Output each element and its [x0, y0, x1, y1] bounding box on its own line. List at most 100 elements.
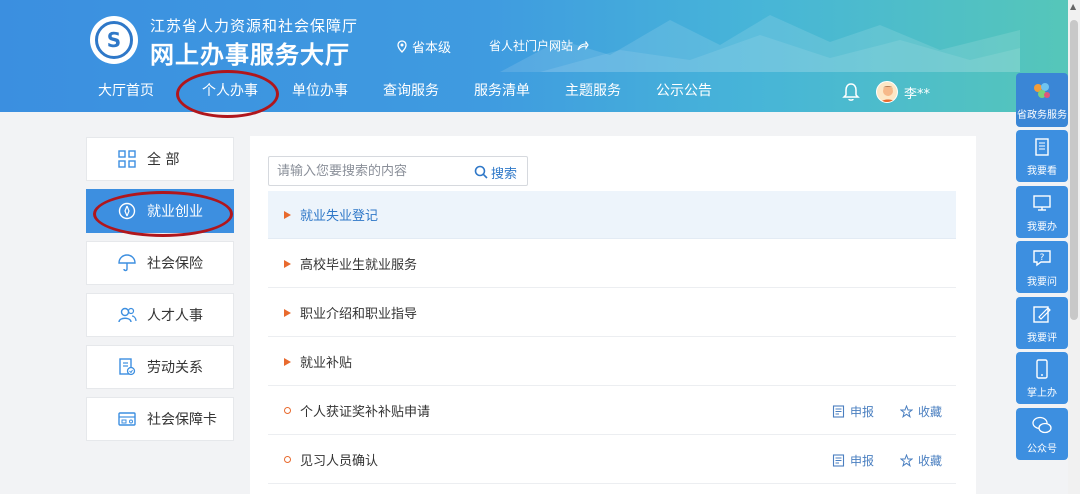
edit-icon: [1033, 305, 1051, 323]
org-name: 江苏省人力资源和社会保障厅: [150, 17, 359, 35]
monitor-icon: [1033, 194, 1051, 211]
list-item[interactable]: 高校毕业生就业服务: [268, 240, 956, 288]
scrollbar[interactable]: ▲: [1068, 0, 1080, 494]
scroll-thumb[interactable]: [1070, 20, 1078, 320]
portal-label: 省人社门户网站: [489, 39, 574, 53]
annotation-circle-sidebar: [93, 191, 233, 237]
search-button[interactable]: 搜索: [474, 162, 517, 182]
site-header: S 江苏省人力资源和社会保障厅 网上办事服务大厅 省本级 省人社门户网站 大厅首…: [0, 0, 1080, 112]
list-item-label: 职业介绍和职业指导: [300, 307, 418, 322]
dock-label: 我要问: [1027, 276, 1057, 288]
dock-label: 我要办: [1027, 221, 1057, 233]
list-item-label: 就业失业登记: [300, 209, 379, 224]
apply-button[interactable]: 申报: [832, 452, 874, 469]
nav-query[interactable]: 查询服务: [383, 80, 439, 100]
document-icon: [119, 358, 136, 376]
level-label: 省本级: [412, 41, 452, 56]
user-name[interactable]: 李**: [904, 83, 930, 102]
star-icon: [899, 404, 913, 418]
book-icon: [1035, 137, 1049, 156]
people-icon: [118, 307, 137, 323]
svg-text:?: ?: [1040, 253, 1045, 263]
portal-link[interactable]: 省人社门户网站: [489, 37, 589, 54]
sidebar-item-labor[interactable]: 劳动关系: [86, 345, 234, 389]
sidebar-item-label: 全 部: [147, 152, 180, 168]
list-item[interactable]: 见习人员确认 申报 收藏: [268, 436, 956, 484]
apply-label: 申报: [849, 404, 874, 419]
form-icon: [832, 453, 845, 467]
nav-unit[interactable]: 单位办事: [292, 80, 348, 100]
wechat-icon: [1032, 416, 1052, 433]
list-item[interactable]: 个人获证奖补补贴申请 申报 收藏: [268, 387, 956, 435]
list-item[interactable]: 就业失业登记: [268, 191, 956, 239]
dock-ask[interactable]: ? 我要问: [1016, 241, 1068, 293]
mountain-decoration: [500, 15, 1020, 72]
dock-gov-service[interactable]: 省政务服务: [1016, 73, 1068, 127]
dock-view[interactable]: 我要看: [1016, 130, 1068, 182]
triangle-bullet-icon: [284, 308, 291, 317]
triangle-bullet-icon: [284, 259, 291, 268]
circle-bullet-icon: [284, 407, 291, 414]
list-item-label: 高校毕业生就业服务: [300, 258, 418, 273]
list-item-label: 就业补贴: [300, 356, 353, 371]
search-button-label: 搜索: [491, 166, 518, 182]
site-logo[interactable]: S: [90, 16, 138, 64]
sidebar-item-label: 社会保障卡: [147, 412, 217, 428]
favorite-label: 收藏: [917, 453, 942, 468]
sidebar-item-label: 社会保险: [147, 256, 203, 272]
nav-service-list[interactable]: 服务清单: [474, 80, 530, 100]
annotation-circle-nav: [176, 70, 279, 118]
dock-wechat[interactable]: 公众号: [1016, 408, 1068, 460]
sidebar-item-talent[interactable]: 人才人事: [86, 293, 234, 337]
dock-mobile[interactable]: 掌上办: [1016, 352, 1068, 404]
avatar[interactable]: [876, 81, 898, 103]
location-pin-icon: [397, 40, 407, 53]
search-icon: [474, 165, 488, 179]
sidebar-item-card[interactable]: 社会保障卡: [86, 397, 234, 441]
dock-rate[interactable]: 我要评: [1016, 297, 1068, 349]
umbrella-icon: [118, 254, 136, 272]
dock-label: 我要看: [1027, 165, 1057, 177]
phone-icon: [1036, 358, 1048, 379]
search-box: 搜索: [268, 156, 528, 186]
sidebar-item-label: 劳动关系: [147, 360, 203, 376]
favorite-label: 收藏: [917, 404, 942, 419]
main-nav: 大厅首页 个人办事 单位办事 查询服务 服务清单 主题服务 公示公告: [0, 80, 760, 104]
row-actions: 申报 收藏: [832, 387, 942, 435]
list-item[interactable]: 职业介绍和职业指导: [268, 289, 956, 337]
dock-label: 省政务服务: [1017, 109, 1067, 121]
triangle-bullet-icon: [284, 357, 291, 366]
question-bubble-icon: ?: [1033, 249, 1051, 266]
list-item-label: 个人获证奖补补贴申请: [300, 405, 431, 420]
list-item-label: 见习人员确认: [300, 454, 379, 469]
share-arrow-icon: [577, 40, 589, 50]
favorite-button[interactable]: 收藏: [899, 403, 942, 420]
dock-label: 掌上办: [1027, 387, 1057, 399]
sidebar-item-all[interactable]: 全 部: [86, 137, 234, 181]
dock-label: 我要评: [1027, 332, 1057, 344]
apply-button[interactable]: 申报: [832, 403, 874, 420]
dock-label: 公众号: [1027, 443, 1057, 455]
form-icon: [832, 404, 845, 418]
nav-notice[interactable]: 公示公告: [656, 80, 712, 100]
favorite-button[interactable]: 收藏: [899, 452, 942, 469]
gov-service-logo-icon: [1034, 82, 1050, 98]
dock-do[interactable]: 我要办: [1016, 186, 1068, 238]
search-input[interactable]: [277, 162, 467, 180]
level-selector[interactable]: 省本级: [396, 37, 451, 56]
triangle-bullet-icon: [284, 210, 291, 219]
star-icon: [899, 453, 913, 467]
sidebar-item-insurance[interactable]: 社会保险: [86, 241, 234, 285]
card-icon: [118, 412, 136, 426]
circle-bullet-icon: [284, 456, 291, 463]
sidebar-item-label: 人才人事: [147, 308, 203, 324]
list-item[interactable]: 就业补贴: [268, 338, 956, 386]
grid-icon: [118, 150, 136, 168]
scroll-up-arrow-icon[interactable]: ▲: [1070, 2, 1076, 11]
bell-icon[interactable]: [842, 82, 860, 102]
nav-home[interactable]: 大厅首页: [98, 80, 154, 100]
user-avatar-icon: [880, 86, 896, 102]
nav-theme[interactable]: 主题服务: [565, 80, 621, 100]
apply-label: 申报: [849, 453, 874, 468]
site-name: 网上办事服务大厅: [150, 41, 350, 69]
